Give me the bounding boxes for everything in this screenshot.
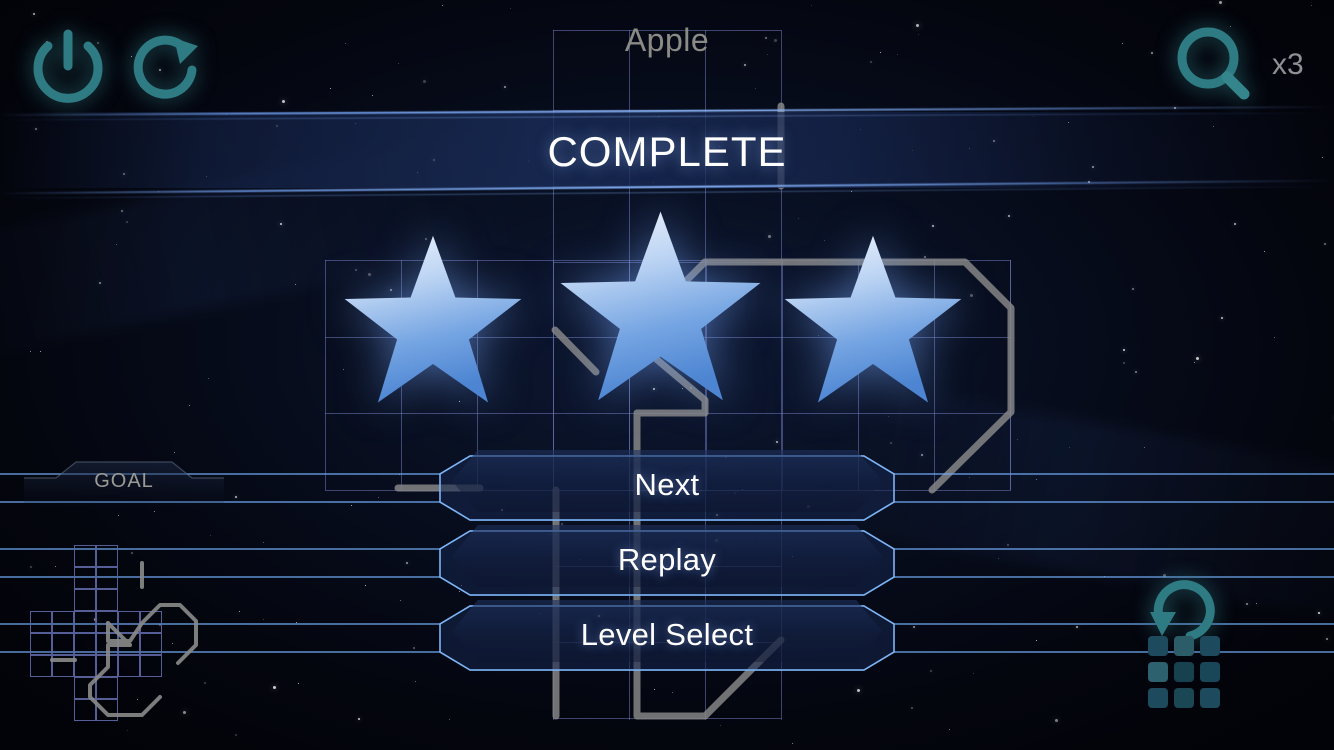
goal-board-path [50,561,198,717]
star [272,685,276,689]
star [792,743,794,745]
star [1144,447,1146,449]
next-button[interactable] [452,450,882,512]
power-button[interactable] [22,22,114,119]
star-icon [778,230,968,425]
star [810,4,812,6]
level-grid-cell [1174,688,1194,708]
star [857,688,861,692]
goal-board-preview [30,545,220,725]
star [1017,439,1019,441]
hint-button[interactable] [1168,20,1260,117]
star [397,63,399,65]
star [414,681,416,683]
star [910,707,913,710]
star [448,718,450,720]
star [653,688,655,690]
star [330,88,332,90]
star [755,87,757,89]
star [281,100,285,104]
star [1054,718,1058,722]
star [297,682,299,684]
level-grid-cell [1174,636,1194,656]
star-icon [338,230,528,425]
level-grid-button[interactable] [1148,636,1220,708]
hint-count-label: x3 [1272,48,1304,81]
level-grid-cell [1148,636,1168,656]
star [358,718,361,721]
star [720,724,722,726]
star [672,692,674,694]
star [775,441,778,444]
star [870,60,873,63]
replay-button[interactable] [452,525,882,587]
star [234,734,237,737]
level-select-button[interactable] [452,600,882,662]
level-grid-cell [1200,688,1220,708]
magnifier-icon [1177,27,1250,100]
star [126,729,128,731]
star [1219,0,1223,4]
star [949,728,950,730]
level-grid-cell [1148,688,1168,708]
star [889,442,892,445]
star [1310,5,1312,7]
banner-edge-bottom-inner [0,186,1334,199]
star [1069,446,1071,448]
level-grid-cell [1200,662,1220,682]
star-rating [0,205,1334,420]
game-screen: Apple COMPLETE Next Replay Level Select … [0,0,1334,750]
status-text: COMPLETE [547,128,787,175]
grid-line-horizontal [553,718,781,719]
star [423,79,427,83]
star [442,5,444,6]
star [33,12,36,15]
star-icon [553,205,768,425]
restart-icon [133,35,198,99]
star [744,64,747,67]
level-grid-cell [1200,636,1220,656]
power-icon [33,29,103,103]
star [372,95,374,97]
goal-label: GOAL [94,470,154,492]
star [503,86,506,89]
restart-button[interactable] [124,24,212,117]
level-grid-cell [1148,662,1168,682]
star [509,7,511,9]
level-grid-cell [1174,662,1194,682]
